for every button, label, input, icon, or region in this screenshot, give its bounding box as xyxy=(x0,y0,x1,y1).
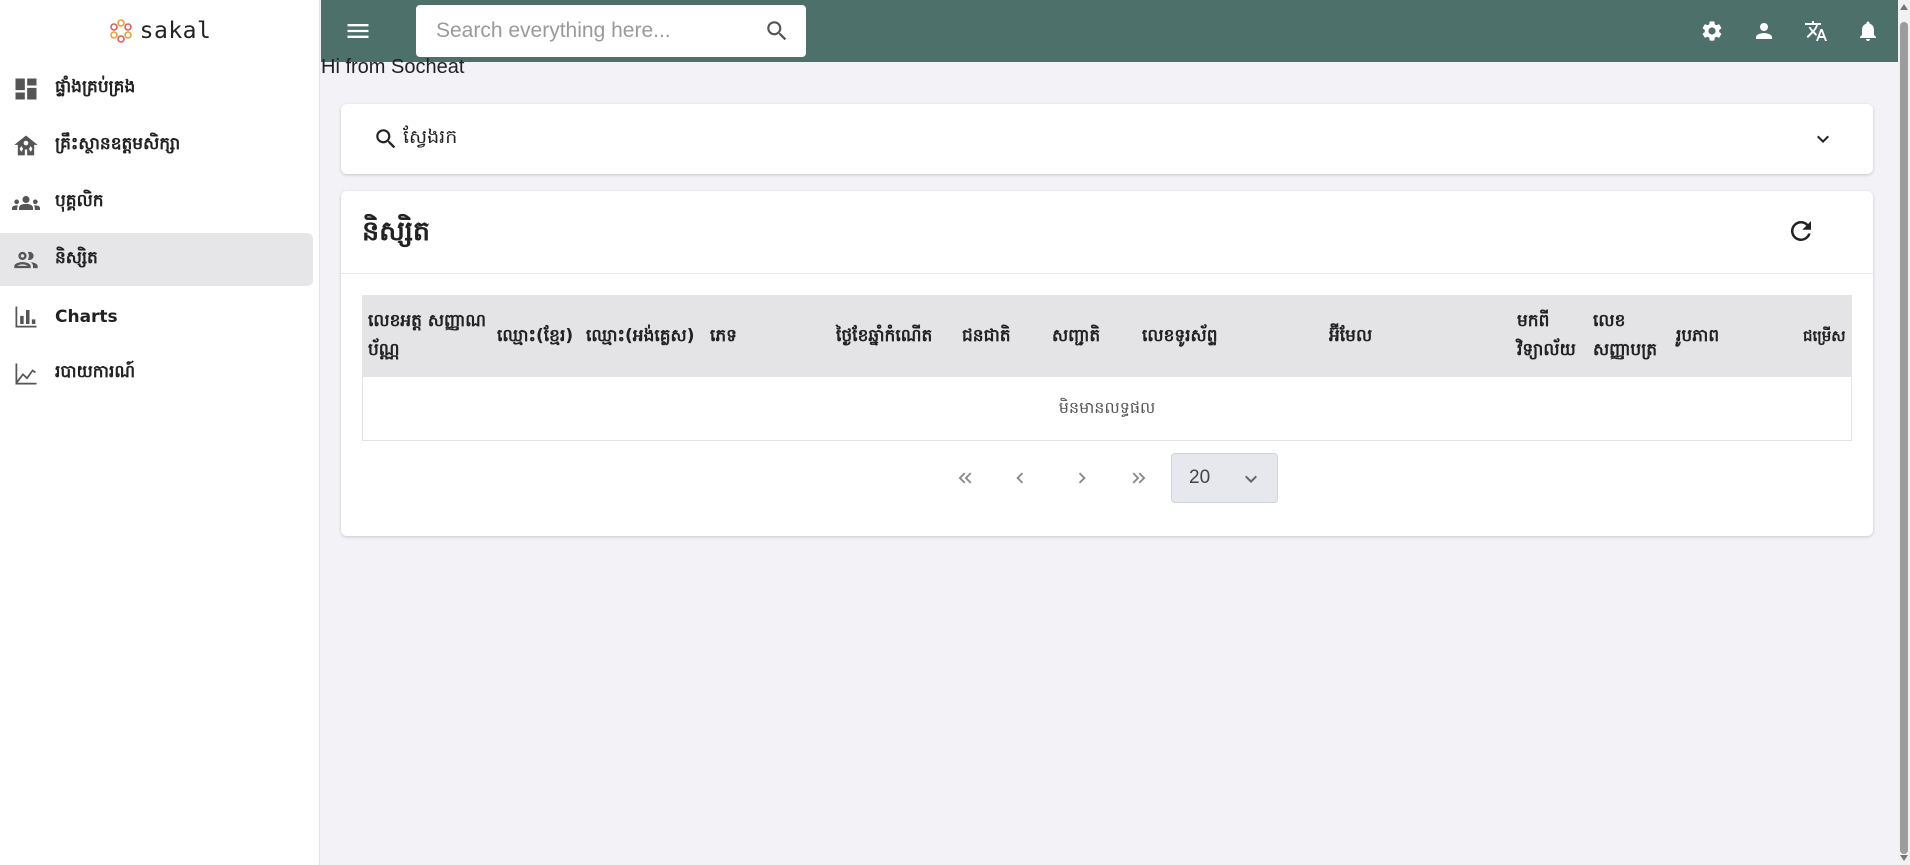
scrollbar-thumb[interactable] xyxy=(1900,22,1908,854)
column-header-id-number[interactable]: លេខអត្ត សញ្ញាណប័ណ្ណ xyxy=(362,295,491,377)
gear-icon[interactable] xyxy=(1694,13,1730,49)
global-search-input[interactable] xyxy=(416,19,746,43)
global-search xyxy=(416,5,806,57)
sidebar: sakal ផ្ទាំងគ្រប់គ្រង គ្រឹះស្ថានឧត្តមសិក… xyxy=(0,0,320,865)
column-header-actions[interactable]: ជម្រើស xyxy=(1797,295,1852,377)
column-header-nationality[interactable]: សញ្ជាតិ xyxy=(1046,295,1136,377)
first-page-button[interactable] xyxy=(950,463,980,493)
pagination: 20 xyxy=(341,453,1873,503)
sidebar-item-staff[interactable]: បុគ្គលិក xyxy=(0,176,313,229)
brand[interactable]: sakal xyxy=(0,0,319,62)
brand-name: sakal xyxy=(139,18,212,44)
table-body: មិនមានលទ្ធផល xyxy=(362,377,1852,441)
double-chevron-right-icon xyxy=(1132,472,1146,484)
students-table: លេខអត្ត សញ្ញាណប័ណ្ណ ឈ្មោះ(ខ្មែរ) ឈ្មោះ(អ… xyxy=(362,295,1852,441)
top-bar xyxy=(321,0,1898,62)
page-size-value: 20 xyxy=(1189,467,1211,488)
chevron-down-icon[interactable] xyxy=(1811,127,1835,151)
next-page-button[interactable] xyxy=(1067,463,1097,493)
chevron-down-icon xyxy=(1239,467,1263,491)
table-header-row: លេខអត្ត សញ្ញាណប័ណ្ណ ឈ្មោះ(ខ្មែរ) ឈ្មោះ(អ… xyxy=(362,295,1852,377)
bell-icon[interactable] xyxy=(1850,13,1886,49)
column-header-diploma-number[interactable]: លេខ សញ្ញាបត្រ xyxy=(1587,295,1670,377)
search-icon[interactable] xyxy=(764,18,790,44)
column-header-ethnicity[interactable]: ជនជាតិ xyxy=(956,295,1046,377)
column-header-khmer-name[interactable]: ឈ្មោះ(ខ្មែរ) xyxy=(491,295,580,377)
sidebar-item-students[interactable]: និស្សិត xyxy=(0,233,313,286)
sidebar-item-label: ផ្ទាំងគ្រប់គ្រង xyxy=(55,77,136,97)
last-page-button[interactable] xyxy=(1124,463,1154,493)
search-filter-panel[interactable]: ស្វែងរក xyxy=(341,104,1873,174)
column-header-email[interactable]: អ៊ីមែល xyxy=(1323,295,1511,377)
sidebar-item-label: Charts xyxy=(55,306,118,327)
column-header-english-name[interactable]: ឈ្មោះ(អង់គ្លេស) xyxy=(580,295,704,377)
sidebar-nav: ផ្ទាំងគ្រប់គ្រង គ្រឹះស្ថានឧត្តមសិក្សា បុ… xyxy=(0,62,319,400)
page-size-select[interactable]: 20 xyxy=(1171,453,1278,503)
chevron-left-icon xyxy=(1016,472,1024,484)
column-header-date-of-birth[interactable]: ថ្ងៃខែឆ្នាំកំណើត xyxy=(830,295,956,377)
empty-state-text: មិនមានលទ្ធផល xyxy=(1058,397,1156,417)
institution-icon xyxy=(12,132,40,160)
students-icon xyxy=(12,246,40,274)
bar-chart-icon xyxy=(12,303,40,331)
dashboard-icon xyxy=(12,75,40,103)
sidebar-item-label: បុគ្គលិក xyxy=(55,191,104,211)
column-header-high-school[interactable]: មកពី វិទ្យាល័យ xyxy=(1511,295,1587,377)
page-scrollbar[interactable] xyxy=(1898,0,1910,865)
sidebar-item-label: គ្រឹះស្ថានឧត្តមសិក្សា xyxy=(55,134,181,154)
column-header-gender[interactable]: ភេទ xyxy=(704,295,830,377)
line-chart-icon xyxy=(12,360,40,388)
double-chevron-left-icon xyxy=(958,472,972,484)
search-filter-label: ស្វែងរក xyxy=(403,126,458,148)
column-header-photo[interactable]: រូបភាព xyxy=(1670,295,1797,377)
menu-toggle-button[interactable] xyxy=(341,14,375,48)
column-header-phone[interactable]: លេខទូរស័ព្ទ xyxy=(1136,295,1323,377)
sidebar-item-institution[interactable]: គ្រឹះស្ថានឧត្តមសិក្សា xyxy=(0,119,313,172)
sidebar-item-label: និស្សិត xyxy=(55,248,98,268)
previous-page-button[interactable] xyxy=(1005,463,1035,493)
scroll-up-arrow-icon[interactable] xyxy=(1900,4,1908,10)
sidebar-item-charts[interactable]: Charts xyxy=(0,290,313,343)
students-card: និស្សិត លេខអត្ត សញ្ញាណប័ណ្ណ ឈ្មោះ(ខ្មែរ)… xyxy=(341,191,1873,536)
greeting-text: Hi from Socheat xyxy=(321,56,465,78)
translate-icon[interactable] xyxy=(1798,13,1834,49)
sakal-logo-icon xyxy=(108,18,134,44)
header-actions xyxy=(1694,0,1886,62)
students-card-header: និស្សិត xyxy=(341,191,1873,274)
staff-group-icon xyxy=(12,189,40,217)
sidebar-item-reports[interactable]: របាយការណ៍ xyxy=(0,347,313,400)
chevron-right-icon xyxy=(1078,472,1086,484)
scroll-down-arrow-icon[interactable] xyxy=(1900,855,1908,861)
sidebar-item-dashboard[interactable]: ផ្ទាំងគ្រប់គ្រង xyxy=(0,62,313,115)
hamburger-icon xyxy=(347,24,369,38)
refresh-icon[interactable] xyxy=(1785,215,1817,247)
search-icon xyxy=(373,126,399,152)
user-icon[interactable] xyxy=(1746,13,1782,49)
page-title: និស្សិត xyxy=(362,216,431,247)
sidebar-item-label: របាយការណ៍ xyxy=(55,362,136,382)
